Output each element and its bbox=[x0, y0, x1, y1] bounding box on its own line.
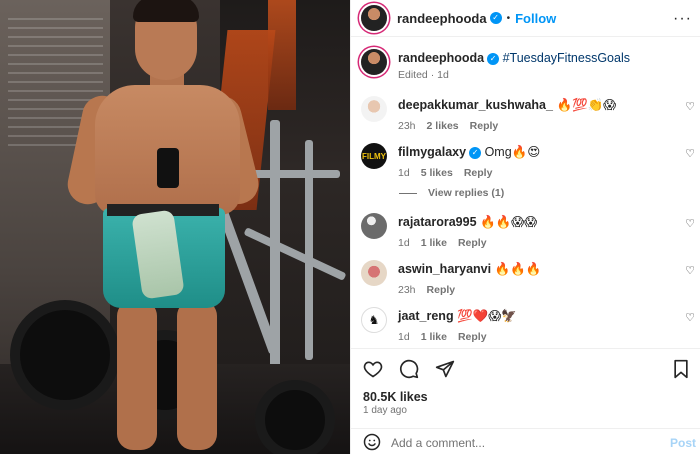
comment-time[interactable]: 1d bbox=[398, 237, 410, 249]
post-actions: 80.5K likes 1 day ago bbox=[351, 348, 700, 428]
follow-button[interactable]: Follow bbox=[515, 11, 556, 26]
commenter-username[interactable]: deepakkumar_kushwaha_ bbox=[398, 98, 553, 112]
post-header: randeephooda ✓ • Follow ··· bbox=[351, 0, 700, 37]
comment-text: 🔥🔥😱😱 bbox=[480, 215, 538, 229]
post-sidebar: randeephooda ✓ • Follow ··· randeephooda… bbox=[350, 0, 700, 454]
author-avatar[interactable] bbox=[361, 5, 387, 31]
caption-meta: Edited · 1d bbox=[398, 69, 449, 81]
orange-sign bbox=[268, 0, 296, 110]
commenter-logo-avatar[interactable]: ♞ bbox=[361, 307, 387, 333]
verified-badge-icon: ✓ bbox=[487, 52, 500, 65]
comment-text: 🔥💯👏😱 bbox=[556, 98, 617, 112]
comment-time[interactable]: 23h bbox=[398, 120, 416, 132]
like-comment-heart-icon[interactable]: ♡ bbox=[685, 264, 695, 277]
reply-button[interactable]: Reply bbox=[427, 284, 456, 296]
reply-button[interactable]: Reply bbox=[458, 331, 487, 343]
verified-badge-icon: ✓ bbox=[489, 12, 502, 24]
author-avatar[interactable] bbox=[361, 49, 387, 75]
reply-button[interactable]: Reply bbox=[464, 167, 493, 179]
emoji-smile-icon[interactable] bbox=[363, 433, 381, 454]
add-comment-bar: Add a comment... Post bbox=[351, 428, 700, 454]
comment-time[interactable]: 1d bbox=[398, 331, 410, 343]
comment-time[interactable]: 23h bbox=[398, 284, 416, 296]
separator-dot: • bbox=[506, 12, 511, 24]
commenter-username[interactable]: aswin_haryanvi bbox=[398, 262, 491, 276]
post-comment-button[interactable]: Post bbox=[670, 436, 696, 450]
comment-text: 💯❤️😱🦅 bbox=[457, 309, 517, 323]
author-username[interactable]: randeephooda bbox=[397, 11, 487, 26]
caption-username[interactable]: randeephooda bbox=[398, 51, 484, 65]
commenter-username[interactable]: jaat_reng bbox=[398, 309, 454, 323]
weight-plate bbox=[255, 380, 335, 454]
comment-text: 🔥🔥🔥 bbox=[494, 262, 542, 276]
post-image[interactable] bbox=[0, 0, 350, 454]
comment-text: Omg🔥😍 bbox=[484, 145, 541, 159]
reply-button[interactable]: Reply bbox=[458, 237, 487, 249]
view-replies-button[interactable]: View replies (1) bbox=[399, 187, 504, 199]
hashtag-link[interactable]: #TuesdayFitnessGoals bbox=[503, 51, 630, 65]
post-modal: randeephooda ✓ • Follow ··· randeephooda… bbox=[0, 0, 700, 454]
add-comment-input[interactable]: Add a comment... bbox=[391, 436, 485, 450]
comment-bubble-icon[interactable] bbox=[399, 359, 419, 379]
phone bbox=[157, 148, 179, 188]
like-comment-heart-icon[interactable]: ♡ bbox=[685, 217, 695, 230]
more-options-icon[interactable]: ··· bbox=[673, 10, 692, 28]
share-paper-plane-icon[interactable] bbox=[435, 359, 455, 379]
comment-likes[interactable]: 2 likes bbox=[427, 120, 459, 132]
commenter-username[interactable]: rajatarora995 bbox=[398, 215, 477, 229]
commenter-avatar[interactable] bbox=[361, 213, 387, 239]
like-comment-heart-icon[interactable]: ♡ bbox=[685, 311, 695, 324]
like-heart-icon[interactable] bbox=[363, 359, 383, 379]
comment-likes[interactable]: 1 like bbox=[421, 331, 447, 343]
verified-badge-icon: ✓ bbox=[469, 146, 482, 159]
comments-list: randeephooda ✓ #TuesdayFitnessGoals Edite… bbox=[351, 38, 700, 348]
replies-line bbox=[399, 192, 417, 194]
filmygalaxy-logo-avatar[interactable]: FILMY bbox=[361, 143, 387, 169]
post-time[interactable]: 1 day ago bbox=[363, 405, 407, 416]
man-taking-mirror-selfie bbox=[64, 0, 263, 454]
like-comment-heart-icon[interactable]: ♡ bbox=[685, 147, 695, 160]
view-replies-label: View replies (1) bbox=[428, 187, 505, 199]
comment-likes[interactable]: 5 likes bbox=[421, 167, 453, 179]
bookmark-icon[interactable] bbox=[671, 359, 691, 379]
reply-button[interactable]: Reply bbox=[470, 120, 499, 132]
comment-likes[interactable]: 1 like bbox=[421, 237, 447, 249]
commenter-avatar[interactable] bbox=[361, 96, 387, 122]
likes-count[interactable]: 80.5K likes bbox=[363, 390, 428, 404]
commenter-avatar[interactable] bbox=[361, 260, 387, 286]
comment-time[interactable]: 1d bbox=[398, 167, 410, 179]
commenter-username[interactable]: filmygalaxy bbox=[398, 145, 466, 159]
like-comment-heart-icon[interactable]: ♡ bbox=[685, 100, 695, 113]
